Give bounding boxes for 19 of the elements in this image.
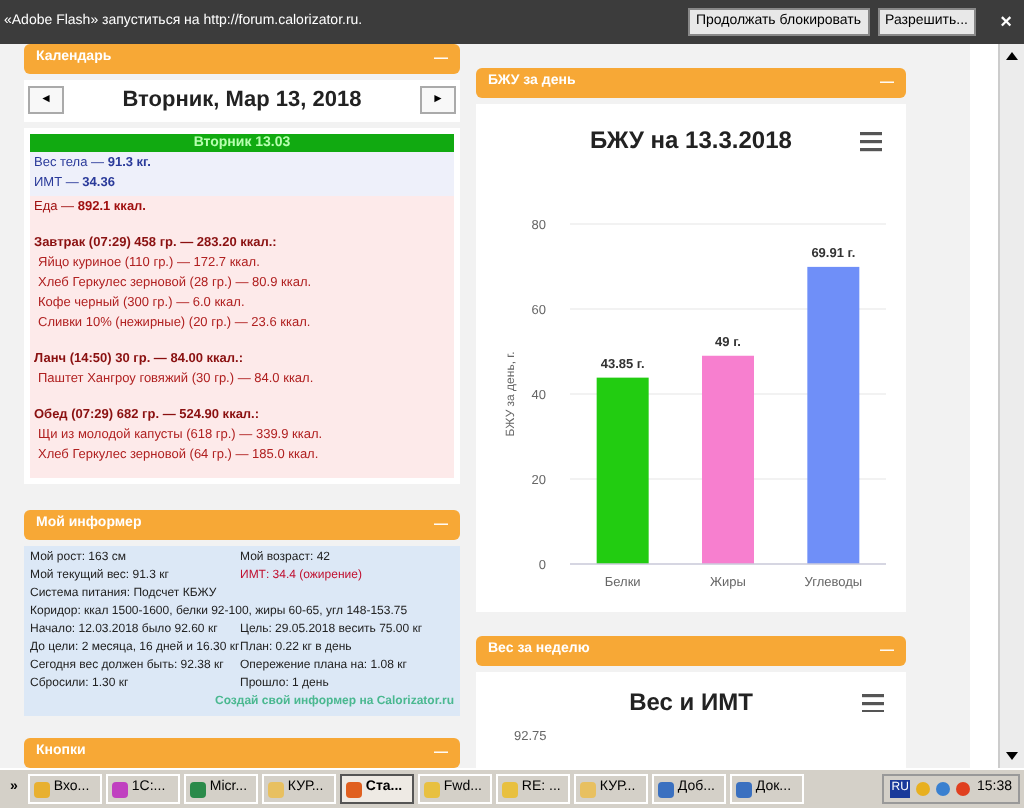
app-icon — [345, 781, 362, 797]
up-arrow-icon[interactable] — [1006, 52, 1018, 60]
menu-icon[interactable] — [862, 692, 884, 712]
app-icon — [657, 781, 674, 797]
menu-icon[interactable] — [860, 132, 882, 152]
chart-title: Вес и ИМТ — [629, 686, 753, 720]
app-icon — [267, 781, 284, 797]
app-icon — [111, 781, 128, 797]
down-arrow-icon[interactable] — [1006, 752, 1018, 760]
app-icon — [735, 781, 752, 797]
app-icon — [189, 781, 206, 797]
app-icon — [579, 781, 596, 797]
app-icon — [423, 781, 440, 797]
app-icon — [501, 781, 518, 797]
date-title: Вторник, Мар 13, 2018 — [122, 86, 362, 116]
app-icon — [33, 781, 50, 797]
close-button[interactable]: × — [992, 7, 1020, 37]
scrollbar[interactable] — [998, 44, 1024, 768]
chart-title: БЖУ на 13.3.2018 — [590, 126, 792, 154]
